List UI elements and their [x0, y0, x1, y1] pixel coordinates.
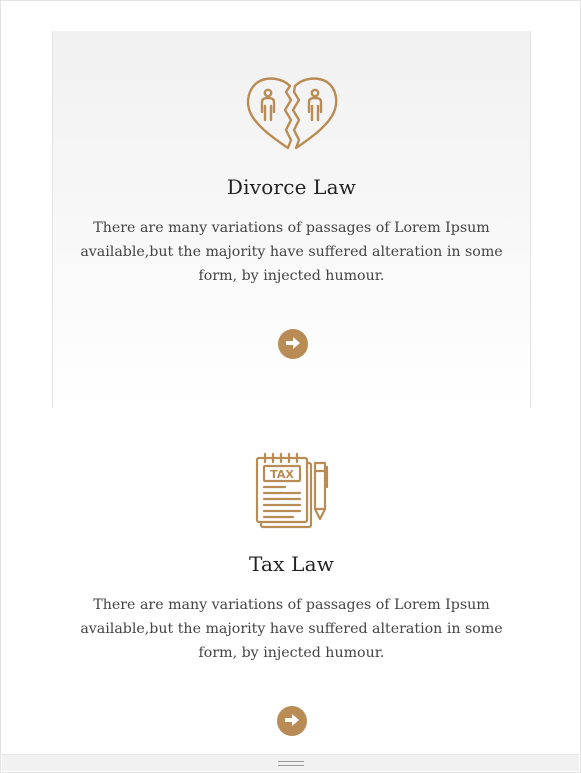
svg-text:TAX: TAX [270, 468, 294, 481]
service-description: There are many variations of passages of… [80, 220, 503, 284]
service-title: Divorce Law [226, 175, 357, 199]
arrow-right-circle-icon [284, 712, 300, 731]
service-description: There are many variations of passages of… [80, 597, 503, 661]
page-frame: Divorce Law There are many variations of… [0, 0, 581, 773]
tax-document-icon: TAX [255, 452, 329, 533]
resize-bar[interactable] [2, 754, 579, 771]
arrow-right-circle-icon [285, 335, 301, 354]
read-more-button[interactable] [278, 329, 308, 359]
read-more-button[interactable] [277, 706, 307, 736]
service-card-tax-law: TAX Tax Law There are many variations of… [52, 408, 531, 758]
broken-heart-couple-icon [246, 76, 338, 156]
drag-handle-icon[interactable] [277, 760, 304, 766]
service-card-divorce-law: Divorce Law There are many variations of… [52, 31, 531, 408]
service-title: Tax Law [248, 552, 335, 576]
